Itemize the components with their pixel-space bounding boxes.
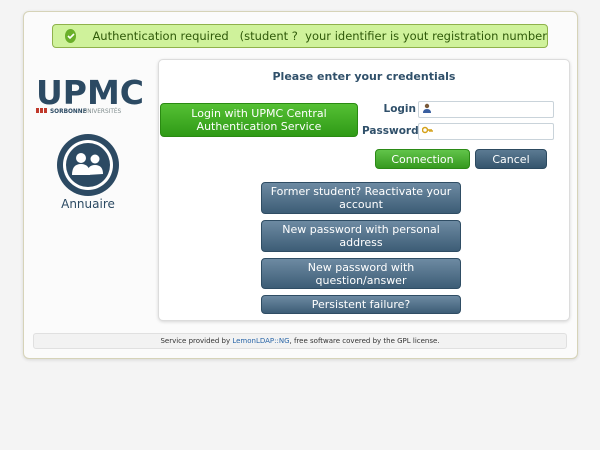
logo-subtitle-right: UNIVERSITÉS bbox=[83, 107, 122, 115]
user-icon bbox=[422, 103, 432, 116]
cas-login-button[interactable]: Login with UPMC Central Authentication S… bbox=[160, 103, 358, 137]
upmc-logo: UPMC SORBONNE UNIVERSITÉS bbox=[36, 73, 146, 117]
footer-prefix: Service provided by bbox=[160, 337, 233, 345]
check-icon bbox=[65, 29, 77, 43]
password-personal-address-button[interactable]: New password with personal address bbox=[261, 220, 461, 252]
logo-brand: UPMC bbox=[36, 77, 144, 112]
footer-suffix: , free software covered by the GPL licen… bbox=[289, 337, 440, 345]
connection-button[interactable]: Connection bbox=[375, 149, 470, 169]
password-label: Password bbox=[362, 125, 419, 137]
annuaire-label[interactable]: Annuaire bbox=[56, 197, 120, 211]
reactivate-account-button[interactable]: Former student? Reactivate your account bbox=[261, 182, 461, 214]
cancel-button[interactable]: Cancel bbox=[475, 149, 547, 169]
logo-subtitle-left: SORBONNE bbox=[50, 109, 87, 115]
key-icon bbox=[421, 125, 433, 138]
footer: Service provided by LemonLDAP::NG , free… bbox=[33, 333, 567, 349]
login-label: Login bbox=[383, 103, 417, 115]
login-field[interactable] bbox=[418, 101, 554, 118]
annuaire-users-icon[interactable] bbox=[56, 133, 120, 197]
persistent-failure-button[interactable]: Persistent failure? bbox=[261, 295, 461, 314]
lemonldap-link[interactable]: LemonLDAP::NG bbox=[232, 337, 289, 345]
panel-title: Please enter your credentials bbox=[272, 70, 456, 83]
alert-message: Authentication required (student ? your … bbox=[92, 29, 547, 43]
password-question-answer-button[interactable]: New password with question/answer bbox=[261, 258, 461, 289]
auth-alert: Authentication required (student ? your … bbox=[52, 24, 548, 48]
password-field[interactable] bbox=[418, 123, 554, 140]
